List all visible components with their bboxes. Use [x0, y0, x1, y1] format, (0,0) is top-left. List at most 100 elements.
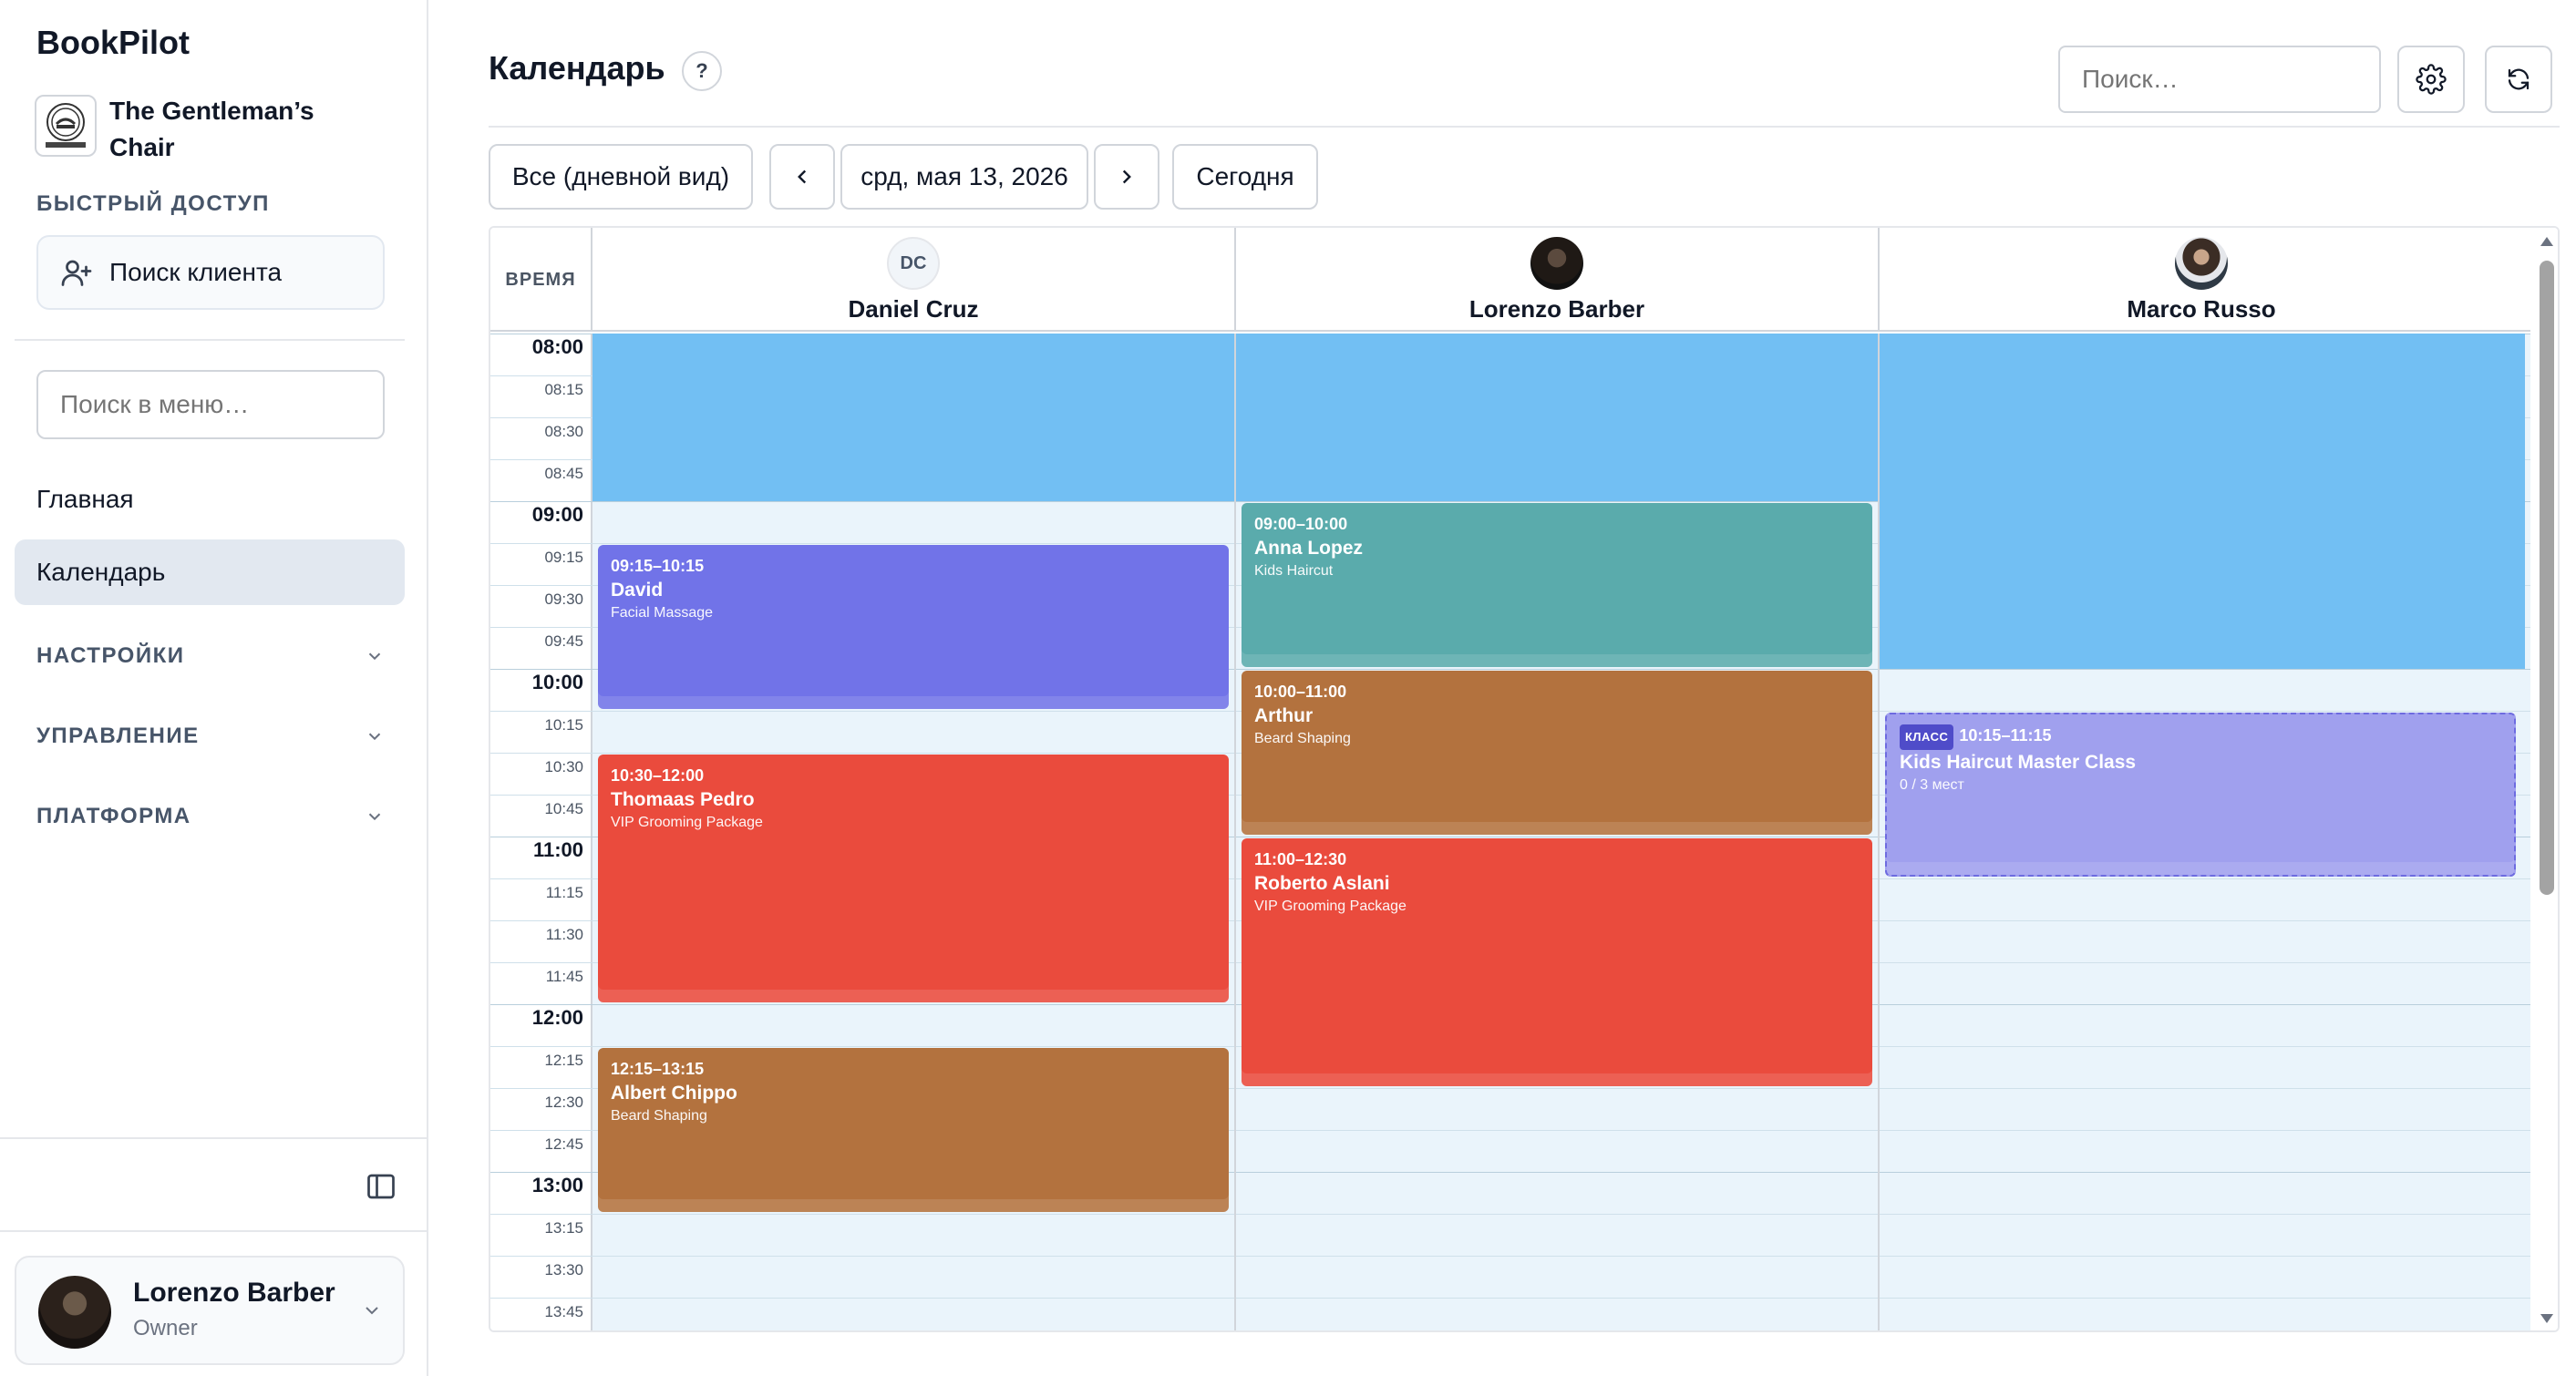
- time-label: 08:00: [531, 335, 583, 358]
- appointment-card[interactable]: 11:00–12:30 Roberto Aslani VIP Grooming Pa…: [1242, 838, 1872, 1086]
- grid-line: [490, 1298, 2530, 1299]
- appointment-card[interactable]: 09:15–10:15 David Facial Massage: [598, 545, 1229, 709]
- event-subtitle: Beard Shaping: [611, 1108, 707, 1124]
- event-subtitle: VIP Grooming Package: [1254, 899, 1406, 914]
- event-time: 09:15–10:15: [611, 554, 1216, 578]
- sidebar-item-home[interactable]: Главная: [15, 467, 405, 532]
- chevron-down-icon: [366, 1307, 378, 1315]
- time-label: 12:45: [544, 1135, 583, 1153]
- sidebar-group-platform[interactable]: ПЛАТФОРМА: [36, 798, 385, 835]
- time-label: 09:30: [544, 590, 583, 608]
- avatar: [2175, 237, 2228, 290]
- time-label: 13:45: [544, 1303, 583, 1320]
- chevron-right-icon: [1122, 169, 1131, 184]
- business-name: The Gentleman’s Chair: [109, 97, 314, 161]
- time-label: 11:30: [545, 926, 583, 943]
- gear-icon: [2416, 64, 2447, 95]
- staff-name: Lorenzo Barber: [1468, 295, 1645, 323]
- header-divider: [489, 126, 2560, 128]
- appointment-card[interactable]: 10:00–11:00 Arthur Beard Shaping: [1242, 671, 1872, 835]
- calendar-body[interactable]: 08:00 08:15 08:30 08:45 09:00 09:15 09:30 09:45…: [490, 334, 2530, 1330]
- time-label: 12:15: [544, 1052, 583, 1069]
- event-time-label: 10:00–11:00: [1254, 683, 1347, 701]
- event-title: Arthur: [1254, 705, 1314, 726]
- prev-day-button[interactable]: [769, 144, 835, 210]
- user-menu[interactable]: Lorenzo Barber Owner: [15, 1256, 405, 1365]
- event-title: Roberto Aslani: [1254, 873, 1390, 894]
- event-subtitle: 0 / 3 мест: [1900, 777, 1964, 793]
- event-title: Anna Lopez: [1254, 538, 1363, 559]
- class-event-card[interactable]: КЛАСС 10:15–11:15 Kids Haircut Master Clas…: [1885, 713, 2516, 877]
- event-time-label: 09:00–10:00: [1254, 515, 1348, 533]
- appointment-card[interactable]: 12:15–13:15 Albert Chippo Beard Shaping: [598, 1048, 1229, 1212]
- staff-column-header[interactable]: Lorenzo Barber: [1236, 228, 1880, 332]
- event-time: 10:30–12:00: [611, 764, 1216, 787]
- time-label: 13:15: [544, 1219, 583, 1237]
- view-select[interactable]: Все (дневной вид): [489, 144, 753, 210]
- unavailable-block: [1236, 334, 1880, 501]
- event-time-label: 10:30–12:00: [611, 766, 705, 785]
- event-subtitle: Kids Haircut: [1254, 563, 1334, 579]
- group-label: ПЛАТФОРМА: [36, 804, 191, 828]
- staff-name: Daniel Cruz: [848, 295, 979, 323]
- help-button[interactable]: ?: [682, 51, 722, 91]
- date-picker[interactable]: срд, мая 13, 2026: [840, 144, 1088, 210]
- group-label: УПРАВЛЕНИЕ: [36, 724, 200, 748]
- event-time-label: 10:15–11:15: [1959, 726, 2052, 744]
- sidebar-item-calendar[interactable]: Календарь: [15, 539, 405, 605]
- scroll-down-arrow[interactable]: [2540, 1314, 2553, 1323]
- class-badge: КЛАСС: [1900, 724, 1954, 750]
- event-subtitle: Facial Massage: [611, 605, 714, 621]
- time-label: 13:30: [544, 1261, 583, 1278]
- sidebar-group-settings[interactable]: НАСТРОЙКИ: [36, 638, 385, 674]
- sidebar-divider: [0, 1230, 428, 1232]
- time-label: 09:45: [544, 632, 583, 650]
- staff-column-header[interactable]: Marco Russo: [1880, 228, 2523, 332]
- today-button[interactable]: Сегодня: [1172, 144, 1318, 210]
- client-search-button[interactable]: Поиск клиента: [36, 235, 385, 310]
- brand-logo[interactable]: BookPilot: [36, 24, 190, 62]
- sidebar-group-management[interactable]: УПРАВЛЕНИЕ: [36, 718, 385, 755]
- sidebar-toggle-icon[interactable]: [365, 1170, 397, 1203]
- search-input[interactable]: [2058, 46, 2381, 113]
- avatar: DC: [887, 237, 940, 290]
- time-column: 08:00 08:15 08:30 08:45 09:00 09:15 09:30 09:45…: [490, 334, 592, 1330]
- settings-button[interactable]: [2397, 46, 2465, 113]
- event-time-label: 09:15–10:15: [611, 557, 705, 575]
- client-search-label: Поиск клиента: [109, 258, 283, 286]
- appointment-card[interactable]: 09:00–10:00 Anna Lopez Kids Haircut: [1242, 503, 1872, 667]
- scroll-up-arrow[interactable]: [2540, 237, 2553, 246]
- business-switcher[interactable]: The Gentleman’s Chair: [35, 95, 417, 161]
- event-title: Kids Haircut Master Class: [1900, 752, 2137, 773]
- time-label: 09:00: [531, 503, 583, 526]
- time-label: 10:15: [544, 716, 583, 734]
- time-label: 08:15: [544, 381, 583, 398]
- time-label: 10:00: [531, 671, 583, 693]
- avatar: [1530, 237, 1583, 290]
- menu-search-input[interactable]: [36, 370, 385, 439]
- time-label: 11:00: [532, 838, 583, 861]
- appointment-card[interactable]: 10:30–12:00 Thomaas Pedro VIP Grooming Pac…: [598, 755, 1229, 1002]
- quick-access-label: БЫСТРЫЙ ДОСТУП: [36, 191, 270, 216]
- sidebar-item-label: Календарь: [36, 558, 166, 586]
- time-label: 12:30: [544, 1094, 583, 1111]
- column-separator: [1878, 334, 1880, 1330]
- calendar-header: ВРЕМЯ DC Daniel Cruz Lorenzo Barber Marc…: [490, 228, 2530, 332]
- sidebar-divider: [0, 1137, 428, 1139]
- event-title: David: [611, 580, 664, 601]
- staff-column-header[interactable]: DC Daniel Cruz: [592, 228, 1236, 332]
- chevron-down-icon: [368, 813, 381, 821]
- scrollbar-thumb[interactable]: [2540, 261, 2554, 895]
- calendar-scrollbar[interactable]: [2532, 228, 2558, 1330]
- sidebar-divider: [15, 339, 405, 341]
- next-day-button[interactable]: [1094, 144, 1159, 210]
- grid-line: [490, 1214, 2530, 1215]
- time-label: 08:45: [544, 465, 583, 482]
- sidebar-item-label: Главная: [36, 485, 134, 513]
- page-title: Календарь: [489, 49, 665, 87]
- event-time: 12:15–13:15: [611, 1057, 1216, 1081]
- event-subtitle: VIP Grooming Package: [611, 815, 763, 830]
- refresh-button[interactable]: [2485, 46, 2552, 113]
- time-label: 11:15: [545, 884, 583, 901]
- add-user-icon: [61, 260, 92, 286]
